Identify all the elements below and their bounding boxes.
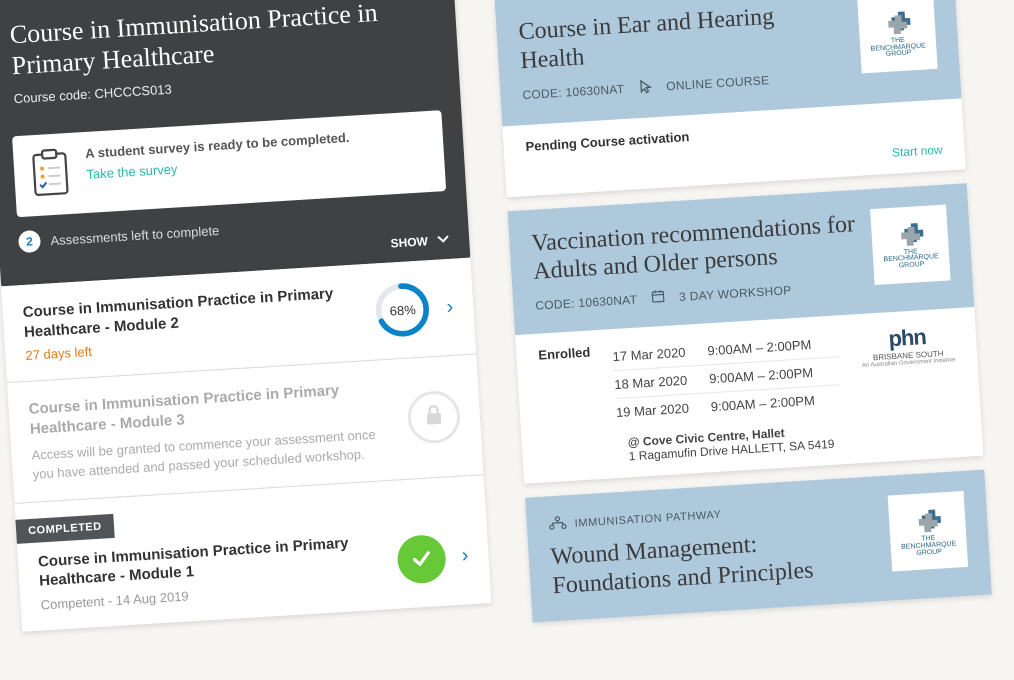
event-card-vaccination[interactable]: Vaccination recommendations for Adults a…: [508, 183, 984, 484]
pathway-icon: [548, 515, 567, 533]
lock-icon: [423, 403, 445, 431]
event-title: Wound Management: Foundations and Princi…: [550, 524, 877, 601]
start-now-link[interactable]: Start now: [892, 142, 943, 159]
chevron-right-icon: ›: [461, 545, 469, 568]
event-title: Vaccination recommendations for Adults a…: [531, 210, 858, 287]
cursor-icon: [638, 78, 653, 98]
progress-percent: 68%: [373, 281, 432, 340]
provider-logo: THEBENCHMARQUEGROUP: [888, 491, 968, 571]
chevron-down-icon: [437, 233, 450, 248]
assessments-count-badge: 2: [18, 230, 41, 253]
check-circle-icon: [397, 534, 448, 585]
provider-logo: THEBENCHMARQUEGROUP: [857, 0, 937, 73]
courses-events-panel: Courses & Events Enrolled (2) Pending (4…: [489, 0, 992, 622]
event-card-ear-hearing[interactable]: Course in Ear and Hearing Health CODE: 1…: [495, 0, 966, 197]
chevron-right-icon: ›: [446, 296, 454, 319]
phn-logo: phn BRISBANE SOUTH An Australian Governm…: [860, 322, 956, 369]
event-title: Course in Ear and Hearing Health: [518, 0, 845, 76]
completed-chip: COMPLETED: [15, 514, 114, 544]
pathway-label: IMMUNISATION PATHWAY: [574, 509, 722, 530]
provider-logo: THEBENCHMARQUEGROUP: [870, 204, 950, 284]
ongoing-panel: Ongoing (1) Completed Course in Immunisa…: [0, 0, 493, 653]
module-1-row[interactable]: COMPLETED Course in Immunisation Practic…: [14, 475, 491, 631]
assessments-text: Assessments left to complete: [50, 223, 220, 248]
event-code: CODE: 10630NAT: [522, 82, 625, 102]
schedule-rows: 17 Mar 20209:00AM – 2:00PM 18 Mar 20209:…: [612, 330, 843, 427]
progress-ring: 68%: [373, 281, 432, 340]
calendar-icon: [651, 289, 666, 307]
clipboard-icon: [29, 147, 72, 202]
enrolled-label: Enrolled: [538, 345, 591, 363]
event-type: ONLINE COURSE: [666, 73, 770, 93]
event-type: 3 DAY WORKSHOP: [679, 283, 792, 304]
lock-ring: [406, 390, 461, 445]
event-code: CODE: 10630NAT: [535, 292, 638, 312]
event-card-wound[interactable]: IMMUNISATION PATHWAY Wound Management: F…: [525, 470, 992, 622]
course-hero: Course in Immunisation Practice in Prima…: [0, 0, 470, 287]
